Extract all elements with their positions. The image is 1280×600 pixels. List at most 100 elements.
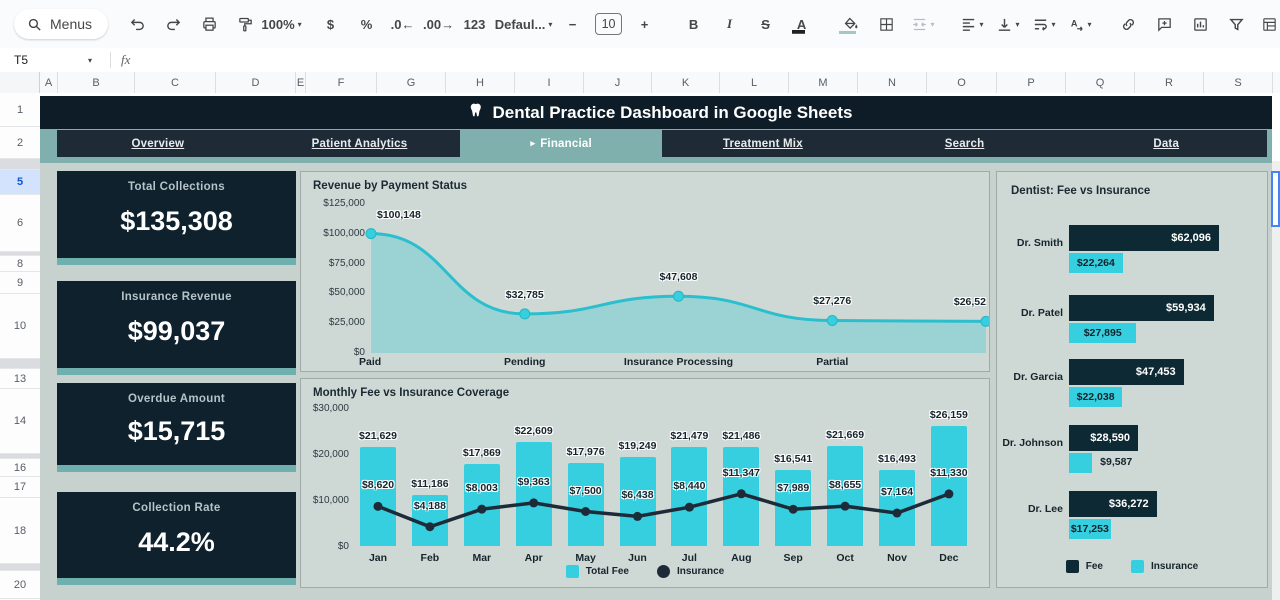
strikethrough-button[interactable]: S [749,10,782,38]
month-label: Mar [457,552,507,564]
insert-comment-button[interactable] [1148,10,1181,38]
row-header-13[interactable]: 13 [0,369,40,389]
column-header-F[interactable]: F [306,72,377,93]
tab-patient-analytics[interactable]: Patient Analytics [259,130,461,157]
text-color-button[interactable]: A [785,10,818,38]
row-header-17[interactable]: 17 [0,477,40,498]
kpi-value: $99,037 [128,303,226,368]
valign-icon [996,16,1013,33]
column-header-H[interactable]: H [446,72,515,93]
kpi-card-insurance-revenue: Insurance Revenue$99,037 [57,281,296,375]
more-formats-button[interactable]: 123 [458,10,491,38]
svg-text:A: A [1070,18,1077,28]
column-header-I[interactable]: I [515,72,584,93]
zoom-select-button[interactable]: 100%▾ [265,10,298,38]
row-header-9[interactable]: 9 [0,272,40,294]
fee-value-label: $16,493 [862,453,932,465]
decrease-font-size-button[interactable]: − [556,10,589,38]
insert-chart-button[interactable] [1184,10,1217,38]
insurance-value-label: $8,440 [654,480,724,492]
row-header-18[interactable]: 18 [0,498,40,564]
column-header-K[interactable]: K [652,72,720,93]
column-header-R[interactable]: R [1135,72,1204,93]
column-header-A[interactable]: A [40,72,58,93]
name-box[interactable]: T5 ▾ [0,53,100,67]
tab-search[interactable]: Search [864,130,1066,157]
paint-format-button[interactable] [229,10,262,38]
column-header-L[interactable]: L [720,72,789,93]
undo-button[interactable] [121,10,154,38]
column-header-S[interactable]: S [1204,72,1273,93]
legend-swatch-dark [657,565,670,578]
italic-button[interactable]: I [713,10,746,38]
row-header-20[interactable]: 20 [0,571,40,599]
filter-icon [1228,16,1245,33]
chevron-down-icon: ▾ [548,20,552,29]
tab-treatment-mix[interactable]: Treatment Mix [662,130,864,157]
row-header-14[interactable]: 14 [0,389,40,454]
legend-insurance: Insurance [657,565,724,578]
decrease-decimal-label: .0← [391,17,415,32]
row-header-collapsed[interactable] [0,564,40,571]
format-percent-button[interactable]: % [350,10,383,38]
row-header-4[interactable] [0,159,40,170]
row-header-6[interactable]: 6 [0,195,40,252]
text-rotation-button[interactable]: A▾ [1063,10,1096,38]
row-header-2[interactable]: 2 [0,127,40,159]
borders-button[interactable] [870,10,903,38]
column-header-C[interactable]: C [135,72,216,93]
row-header-8[interactable]: 8 [0,256,40,272]
column-header-J[interactable]: J [584,72,652,93]
fill-color-button[interactable] [834,10,867,38]
row-header-16[interactable]: 16 [0,459,40,477]
redo-button[interactable] [157,10,190,38]
format-currency-button[interactable]: $ [314,10,347,38]
kpi-label: Total Collections [128,181,225,193]
row-header-1[interactable]: 1 [0,93,40,127]
kpi-card-total-collections: Total Collections$135,308 [57,171,296,265]
legend-label: Insurance [677,566,724,577]
fee-value-label: $17,869 [447,447,517,459]
scrollbar-thumb[interactable] [1271,171,1280,227]
chevron-down-icon: ▾ [88,56,92,65]
selected-tab-marker-icon: ▸ [530,138,535,149]
table-button[interactable]: ▾ [1256,10,1280,38]
text-wrap-button[interactable]: ▾ [1027,10,1060,38]
tab-financial[interactable]: ▸Financial [460,130,662,157]
insurance-bar: $17,253 [1069,519,1111,539]
row-header-10[interactable]: 10 [0,294,40,359]
increase-decimal-button[interactable]: .00→ [422,10,455,38]
y-axis-tick: $100,000 [303,228,365,239]
column-header-P[interactable]: P [997,72,1066,93]
insert-link-button[interactable] [1112,10,1145,38]
tab-label: Search [945,138,985,150]
print-button[interactable] [193,10,226,38]
font-family-button[interactable]: Defaul...▾ [507,10,540,38]
column-header-O[interactable]: O [927,72,997,93]
font-size-button[interactable]: 10 [592,10,625,38]
column-header-D[interactable]: D [216,72,296,93]
merge-cells-button[interactable]: ▾ [906,10,939,38]
search-icon [26,16,43,33]
tab-overview[interactable]: Overview [57,130,259,157]
bold-button[interactable]: B [677,10,710,38]
column-header-M[interactable]: M [789,72,858,93]
dentist-name: Dr. Smith [999,237,1063,249]
decrease-decimal-button[interactable]: .0← [386,10,419,38]
format-currency-label: $ [327,17,334,32]
create-filter-button[interactable] [1220,10,1253,38]
column-header-G[interactable]: G [377,72,446,93]
column-header-E[interactable]: E [296,72,306,93]
tab-data[interactable]: Data [1065,130,1267,157]
fee-value-label: $21,486 [706,430,776,442]
row-header-12[interactable] [0,359,40,369]
menus-button[interactable]: Menus [14,9,108,39]
vertical-align-button[interactable]: ▾ [991,10,1024,38]
row-header-5[interactable]: 5 [0,170,40,195]
horizontal-align-button[interactable]: ▾ [955,10,988,38]
increase-font-size-button[interactable]: + [628,10,661,38]
column-header-Q[interactable]: Q [1066,72,1135,93]
column-header-B[interactable]: B [58,72,135,93]
column-header-N[interactable]: N [858,72,927,93]
corner-cell[interactable] [0,72,40,93]
